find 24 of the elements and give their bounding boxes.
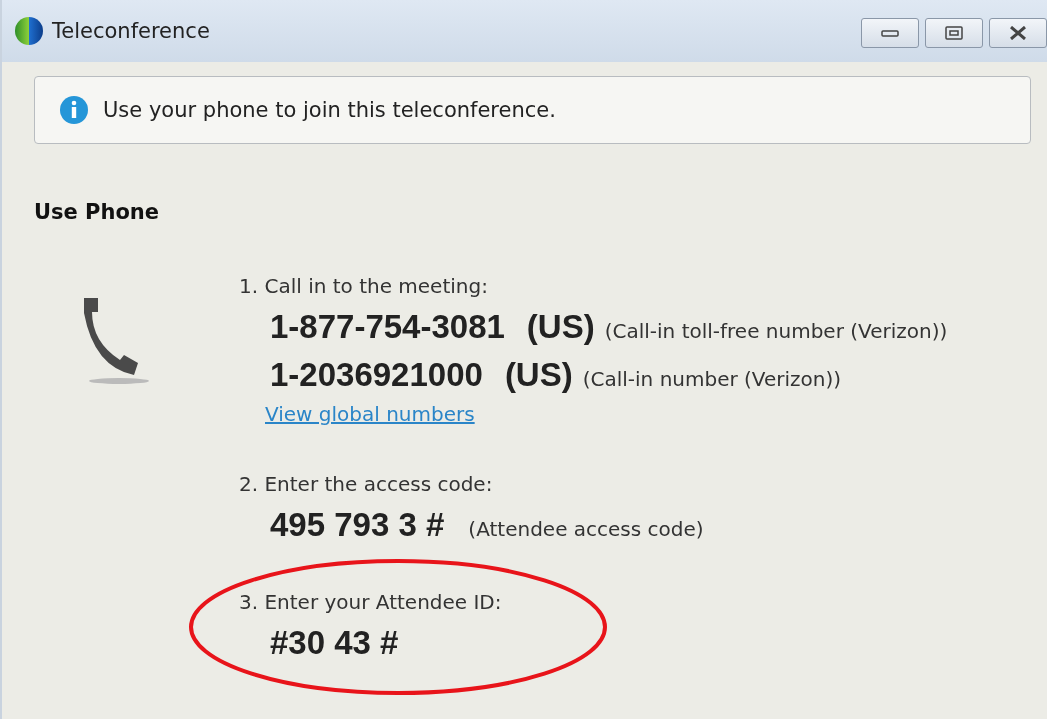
maximize-button[interactable] [925, 18, 983, 48]
number-note: (Call-in number (Verizon)) [582, 367, 842, 391]
window-title: Teleconference [52, 19, 211, 43]
region-label: (US) [504, 356, 573, 394]
globe-icon [14, 16, 44, 46]
step-label: 3. Enter your Attendee ID: [239, 590, 503, 614]
code-value: #30 43 # [270, 624, 399, 662]
info-message: Use your phone to join this teleconference. [103, 98, 556, 122]
code-note: (Attendee access code) [468, 517, 704, 541]
code-value: 495 793 3 # [270, 506, 445, 544]
close-icon [1009, 26, 1027, 40]
step-label: 1. Call in to the meeting: [239, 274, 489, 298]
global-numbers-link[interactable]: View global numbers [265, 402, 475, 426]
region-label: (US) [526, 308, 595, 346]
phone-number: 1-2036921000 [270, 356, 483, 394]
step-label: 2. Enter the access code: [239, 472, 494, 496]
info-icon [59, 95, 89, 125]
phone-number: 1-877-754-3081 [270, 308, 505, 346]
section-title: Use Phone [34, 200, 161, 224]
minimize-icon [881, 28, 899, 38]
number-note: (Call-in toll-free number (Verizon)) [604, 319, 948, 343]
minimize-button[interactable] [861, 18, 919, 48]
close-button[interactable] [989, 18, 1047, 48]
maximize-icon [945, 26, 963, 40]
